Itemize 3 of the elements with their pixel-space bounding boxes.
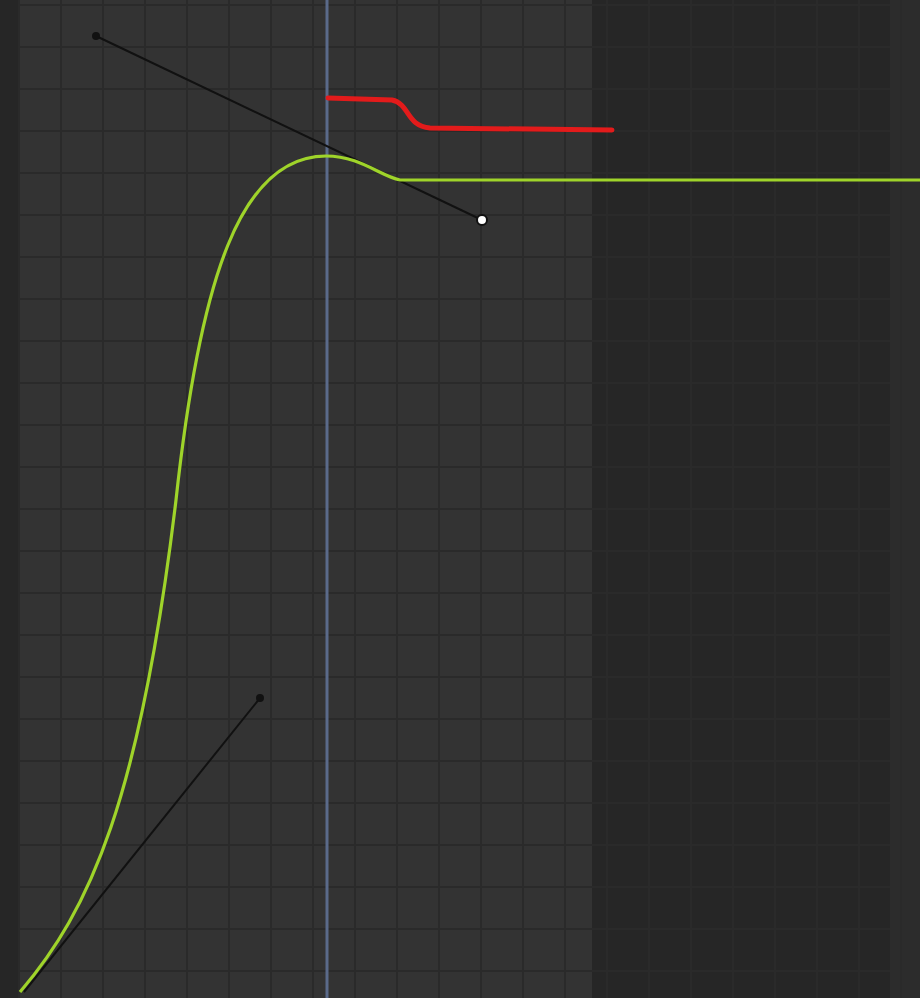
bezier-handle[interactable] <box>23 694 264 993</box>
bezier-handle[interactable] <box>92 32 488 226</box>
playhead-line[interactable] <box>325 0 329 998</box>
